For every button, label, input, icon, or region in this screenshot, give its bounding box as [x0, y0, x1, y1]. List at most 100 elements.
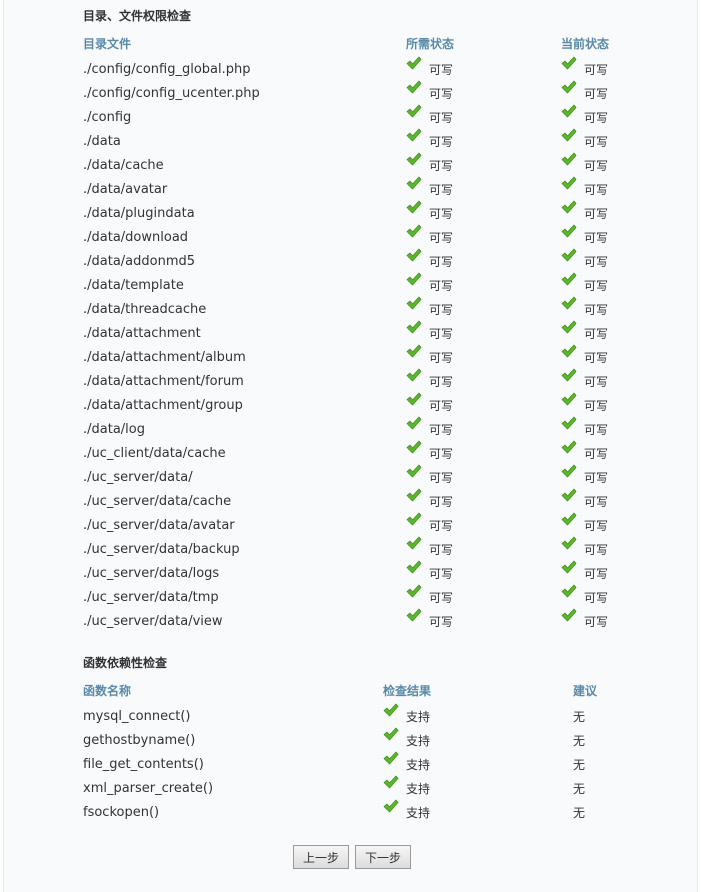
dir-path: ./data/cache [83, 158, 164, 173]
check-icon [561, 80, 577, 94]
dir-path: ./config [83, 110, 132, 125]
current-status-text: 可写 [584, 279, 609, 293]
dir-check-row: ./data/attachment/album 可写 可写 [4, 344, 699, 374]
func-col-name-header: 函数名称 [83, 684, 132, 698]
current-status-text: 可写 [584, 303, 609, 317]
func-result-text: 支持 [406, 782, 431, 796]
check-icon [561, 320, 577, 334]
required-status-text: 可写 [429, 207, 454, 221]
dir-check-row: ./data/addonmd5 可写 可写 [4, 248, 699, 278]
required-status-text: 可写 [429, 63, 454, 77]
check-icon [406, 344, 422, 358]
check-icon [406, 176, 422, 190]
current-status-text: 可写 [584, 351, 609, 365]
check-icon [406, 464, 422, 478]
check-icon [561, 176, 577, 190]
check-icon [561, 608, 577, 622]
func-check-row: mysql_connect() 支持 无 [4, 703, 699, 733]
check-icon [561, 368, 577, 382]
check-icon [561, 104, 577, 118]
check-icon [406, 560, 422, 574]
current-status-text: 可写 [584, 183, 609, 197]
dir-check-title: 目录、文件权限检查 [83, 9, 192, 23]
required-status-text: 可写 [429, 183, 454, 197]
current-status-text: 可写 [584, 591, 609, 605]
check-icon [406, 152, 422, 166]
check-icon [406, 320, 422, 334]
check-icon [561, 272, 577, 286]
dir-check-row: ./uc_server/data/logs 可写 可写 [4, 560, 699, 590]
current-status-text: 可写 [584, 519, 609, 533]
check-icon [406, 56, 422, 70]
dir-check-row: ./config 可写 可写 [4, 104, 699, 134]
current-status-text: 可写 [584, 375, 609, 389]
dir-check-row: ./uc_server/data/view 可写 可写 [4, 608, 699, 638]
next-step-button[interactable]: 下一步 [355, 845, 411, 869]
check-icon [561, 464, 577, 478]
check-icon [561, 584, 577, 598]
check-icon [561, 560, 577, 574]
dir-path: ./data/addonmd5 [83, 254, 196, 269]
required-status-text: 可写 [429, 471, 454, 485]
current-status-text: 可写 [584, 447, 609, 461]
current-status-text: 可写 [584, 423, 609, 437]
check-icon [561, 128, 577, 142]
dir-check-row: ./data/attachment/group 可写 可写 [4, 392, 699, 422]
required-status-text: 可写 [429, 135, 454, 149]
check-icon [406, 272, 422, 286]
dir-path: ./uc_server/data/cache [83, 494, 232, 509]
dir-check-row: ./data/attachment 可写 可写 [4, 320, 699, 350]
dir-check-row: ./uc_server/data/cache 可写 可写 [4, 488, 699, 518]
check-icon [561, 512, 577, 526]
current-status-text: 可写 [584, 327, 609, 341]
check-icon [561, 152, 577, 166]
current-status-text: 可写 [584, 231, 609, 245]
required-status-text: 可写 [429, 303, 454, 317]
check-icon [406, 80, 422, 94]
check-icon [561, 488, 577, 502]
dir-check-row: ./uc_server/data/avatar 可写 可写 [4, 512, 699, 542]
check-icon [406, 296, 422, 310]
required-status-text: 可写 [429, 231, 454, 245]
current-status-text: 可写 [584, 87, 609, 101]
dir-path: ./uc_server/data/avatar [83, 518, 235, 533]
check-icon [383, 799, 399, 813]
dir-path: ./uc_server/data/view [83, 614, 223, 629]
prev-step-button[interactable]: 上一步 [293, 845, 349, 869]
check-icon [561, 296, 577, 310]
required-status-text: 可写 [429, 351, 454, 365]
current-status-text: 可写 [584, 135, 609, 149]
func-result-text: 支持 [406, 734, 431, 748]
func-advice: 无 [573, 758, 586, 772]
required-status-text: 可写 [429, 111, 454, 125]
required-status-text: 可写 [429, 375, 454, 389]
check-icon [383, 775, 399, 789]
check-icon [406, 584, 422, 598]
dir-check-row: ./data/template 可写 可写 [4, 272, 699, 302]
required-status-text: 可写 [429, 543, 454, 557]
func-name: fsockopen() [83, 805, 160, 820]
check-icon [406, 200, 422, 214]
check-icon [406, 248, 422, 262]
dir-check-row: ./uc_client/data/cache 可写 可写 [4, 440, 699, 470]
required-status-text: 可写 [429, 519, 454, 533]
func-check-row: fsockopen() 支持 无 [4, 799, 699, 829]
required-status-text: 可写 [429, 495, 454, 509]
func-col-result-header: 检查结果 [383, 684, 432, 698]
dir-path: ./data/plugindata [83, 206, 195, 221]
current-status-text: 可写 [584, 159, 609, 173]
required-status-text: 可写 [429, 615, 454, 629]
dir-path: ./uc_server/data/backup [83, 542, 240, 557]
check-icon [561, 344, 577, 358]
func-result-text: 支持 [406, 710, 431, 724]
dir-path: ./uc_server/data/ [83, 470, 193, 485]
check-icon [406, 128, 422, 142]
func-advice: 无 [573, 734, 586, 748]
dir-path: ./data/log [83, 422, 145, 437]
check-icon [406, 368, 422, 382]
func-name: mysql_connect() [83, 709, 191, 724]
dir-path: ./data/attachment/forum [83, 374, 244, 389]
func-advice: 无 [573, 782, 586, 796]
current-status-text: 可写 [584, 111, 609, 125]
check-icon [561, 392, 577, 406]
